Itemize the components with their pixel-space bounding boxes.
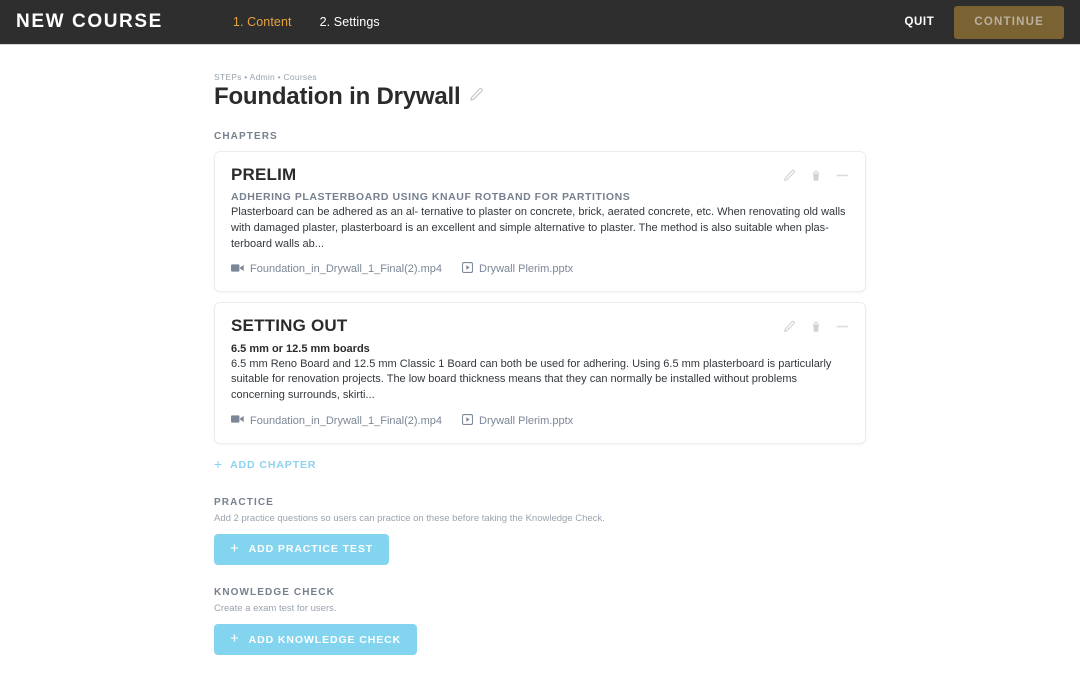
plus-icon: + [230, 539, 240, 557]
add-knowledge-check-button[interactable]: + ADD KNOWLEDGE CHECK [214, 624, 418, 656]
plus-icon: + [230, 630, 240, 648]
attachment-video[interactable]: Foundation_in_Drywall_1_Final(2).mp4 [231, 263, 442, 276]
edit-chapter-pencil-icon[interactable] [783, 320, 796, 333]
attachment-presentation[interactable]: Drywall Plerim.pptx [462, 262, 573, 276]
chapter-card-actions [783, 317, 849, 333]
practice-label: PRACTICE [214, 496, 274, 508]
presentation-icon [462, 262, 473, 276]
continue-button[interactable]: CONTINUE [954, 5, 1064, 39]
quit-button[interactable]: QUIT [894, 10, 944, 34]
add-practice-test-label: ADD PRACTICE TEST [248, 543, 374, 556]
chapter-attachments: Foundation_in_Drywall_1_Final(2).mp4 Dry… [231, 262, 849, 276]
plus-icon: + [214, 455, 224, 472]
chapter-title: SETTING OUT [231, 316, 348, 336]
add-practice-test-button[interactable]: + ADD PRACTICE TEST [214, 533, 390, 565]
edit-title-pencil-icon[interactable] [469, 87, 484, 107]
tab-settings[interactable]: 2. Settings [320, 15, 380, 29]
add-chapter-label: ADD CHAPTER [230, 458, 317, 471]
chapter-card[interactable]: PRELIM ADHERING PLASTERBOARD USING KNAUF… [214, 150, 866, 293]
chapter-description: Plasterboard can be adhered as an al- te… [231, 206, 846, 250]
chapter-description: 6.5 mm Reno Board and 12.5 mm Classic 1 … [231, 357, 832, 402]
chapter-title: PRELIM [231, 164, 297, 184]
chapter-card-header: PRELIM [231, 164, 849, 185]
header-actions: QUIT CONTINUE [894, 5, 1064, 39]
knowledge-check-description: Create a exam test for users. [214, 602, 337, 614]
content-column: STEPs • Admin • Courses Foundation in Dr… [214, 72, 866, 656]
presentation-icon [462, 413, 473, 428]
page-title-row: Foundation in Drywall [214, 83, 866, 111]
chapters-label: CHAPTERS [214, 130, 278, 142]
edit-chapter-pencil-icon[interactable] [783, 169, 796, 182]
chapter-subtitle: ADHERING PLASTERBOARD USING KNAUF ROTBAN… [231, 191, 631, 204]
drag-handle-icon[interactable] [836, 173, 849, 178]
chapter-card[interactable]: SETTING OUT 6.5 mm or 12.5 mm boards 6.5… [214, 302, 866, 444]
app-logo: NEW COURSE [16, 11, 163, 32]
attachment-presentation[interactable]: Drywall Plerim.pptx [462, 413, 574, 428]
chapter-attachments: Foundation_in_Drywall_1_Final(2).mp4 Dry… [231, 413, 849, 428]
video-icon [231, 414, 244, 427]
page-body: STEPs • Admin • Courses Foundation in Dr… [0, 72, 1080, 656]
step-tabs: 1. Content 2. Settings [233, 15, 380, 29]
attachment-name: Foundation_in_Drywall_1_Final(2).mp4 [250, 414, 442, 427]
chapter-card-actions [783, 166, 849, 182]
attachment-video[interactable]: Foundation_in_Drywall_1_Final(2).mp4 [231, 414, 442, 427]
tab-content[interactable]: 1. Content [233, 15, 292, 29]
add-knowledge-check-label: ADD KNOWLEDGE CHECK [248, 633, 402, 646]
attachment-name: Drywall Plerim.pptx [479, 263, 574, 276]
video-icon [231, 263, 244, 276]
delete-chapter-trash-icon[interactable] [810, 320, 822, 333]
chapter-list: PRELIM ADHERING PLASTERBOARD USING KNAUF… [214, 150, 866, 444]
practice-description: Add 2 practice questions so users can pr… [214, 512, 605, 524]
drag-handle-icon[interactable] [836, 324, 849, 329]
chapter-subtitle: 6.5 mm or 12.5 mm boards [231, 342, 370, 355]
add-chapter-button[interactable]: + ADD CHAPTER [214, 455, 317, 472]
chapter-card-header: SETTING OUT [231, 316, 849, 336]
practice-section: PRACTICE Add 2 practice questions so use… [214, 497, 866, 565]
knowledge-check-section: KNOWLEDGE CHECK Create a exam test for u… [214, 586, 866, 656]
delete-chapter-trash-icon[interactable] [810, 169, 822, 182]
attachment-name: Foundation_in_Drywall_1_Final(2).mp4 [250, 263, 442, 276]
knowledge-check-label: KNOWLEDGE CHECK [214, 586, 335, 598]
app-header: NEW COURSE 1. Content 2. Settings QUIT C… [0, 0, 1080, 45]
page-title: Foundation in Drywall [214, 83, 461, 110]
attachment-name: Drywall Plerim.pptx [479, 414, 574, 427]
breadcrumb: STEPs • Admin • Courses [214, 72, 317, 82]
